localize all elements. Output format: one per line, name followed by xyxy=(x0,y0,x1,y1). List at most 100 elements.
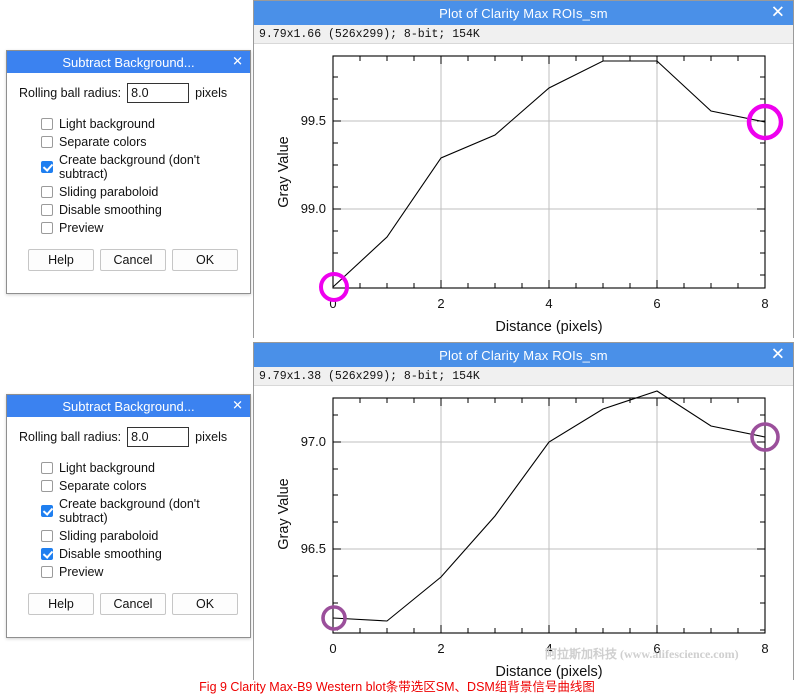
checkbox-row-disable-smoothing[interactable]: Disable smoothing xyxy=(41,547,238,561)
checkbox-label: Disable smoothing xyxy=(59,203,162,217)
checkbox-label: Separate colors xyxy=(59,479,147,493)
rolling-ball-radius-input[interactable] xyxy=(127,427,190,447)
figure-caption: Fig 9 Clarity Max-B9 Western blot条带选区SM、… xyxy=(199,680,595,694)
ytick-label-top-1: 99.0 xyxy=(301,201,326,216)
checkbox-label: Create background (don't subtract) xyxy=(59,497,200,525)
yaxis-title-top: Gray Value xyxy=(276,136,292,207)
checkbox-row-create-background[interactable]: Create background (don't subtract) xyxy=(41,497,238,525)
dialog-titlebar-top: Subtract Background... ✕ xyxy=(7,51,250,73)
checkbox-row-preview[interactable]: Preview xyxy=(41,565,238,579)
checkbox-row-separate-colors[interactable]: Separate colors xyxy=(41,135,238,149)
checkbox-label: Preview xyxy=(59,221,104,235)
xtick-label-top-4: 8 xyxy=(761,296,768,311)
subtract-background-dialog-top: Subtract Background... ✕ Rolling ball ra… xyxy=(6,50,251,294)
checkbox-row-sliding-paraboloid[interactable]: Sliding paraboloid xyxy=(41,185,238,199)
plot-title-top: Plot of Clarity Max ROIs_sm xyxy=(439,5,608,21)
dialog-buttons-bottom: Help Cancel OK xyxy=(19,593,238,615)
checkbox-row-create-background[interactable]: Create background (don't subtract) xyxy=(41,153,238,181)
checkbox-row-light-background[interactable]: Light background xyxy=(41,117,238,131)
checkbox-label: Disable smoothing xyxy=(59,547,162,561)
checkbox-row-preview[interactable]: Preview xyxy=(41,221,238,235)
xticks-top-upper xyxy=(332,56,766,64)
plot-canvas-top: 99.5 99.0 0 2 4 6 8 Distance (pixels) Gr… xyxy=(254,44,793,338)
plot-titlebar-bottom: Plot of Clarity Max ROIs_sm ✕ xyxy=(254,343,793,367)
checkbox-row-separate-colors[interactable]: Separate colors xyxy=(41,479,238,493)
plot-svg-top: 99.5 99.0 0 2 4 6 8 Distance (pixels) Gr… xyxy=(276,55,784,335)
checkbox-label: Create background (don't subtract) xyxy=(59,153,200,181)
dialog-titlebar-bottom: Subtract Background... ✕ xyxy=(7,395,250,417)
xtick-label-top-3: 6 xyxy=(653,296,660,311)
options-list-top: Light background Separate colors Create … xyxy=(41,117,238,235)
plot-canvas-bottom: 97.0 96.5 0 2 4 6 8 Distance (pixels) Gr… xyxy=(254,386,793,680)
screenshot-root: Plot of Clarity Max ROIs_sm ✕ 9.79x1.66 … xyxy=(0,0,794,700)
rolling-ball-radius-unit: pixels xyxy=(195,86,228,100)
close-icon[interactable]: ✕ xyxy=(771,346,785,364)
gridlines-top xyxy=(333,56,765,288)
xtick-label-bottom-2: 4 xyxy=(545,641,552,656)
xticks-bottom-upper xyxy=(332,398,766,406)
checkbox-label: Sliding paraboloid xyxy=(59,529,159,543)
plot-window-top: Plot of Clarity Max ROIs_sm ✕ 9.79x1.66 … xyxy=(253,0,794,338)
rolling-ball-radius-row: Rolling ball radius: pixels xyxy=(19,427,238,447)
xticks-bottom xyxy=(332,625,766,633)
rolling-ball-radius-row: Rolling ball radius: pixels xyxy=(19,83,238,103)
close-icon[interactable]: ✕ xyxy=(232,55,243,70)
subtract-background-dialog-bottom: Subtract Background... ✕ Rolling ball ra… xyxy=(6,394,251,638)
ytick-label-bottom-1: 96.5 xyxy=(301,541,326,556)
options-list-bottom: Light background Separate colors Create … xyxy=(41,461,238,579)
checkbox-disable-smoothing[interactable] xyxy=(41,204,53,216)
dialog-buttons-top: Help Cancel OK xyxy=(19,249,238,271)
dialog-body-top: Rolling ball radius: pixels Light backgr… xyxy=(7,73,250,279)
gridlines-bottom xyxy=(333,398,765,633)
checkbox-sliding-paraboloid[interactable] xyxy=(41,530,53,542)
cancel-button[interactable]: Cancel xyxy=(100,593,166,615)
checkbox-sliding-paraboloid[interactable] xyxy=(41,186,53,198)
checkbox-separate-colors[interactable] xyxy=(41,136,53,148)
xtick-label-bottom-0: 0 xyxy=(329,641,336,656)
ytick-label-bottom-0: 97.0 xyxy=(301,434,326,449)
checkbox-create-background[interactable] xyxy=(41,161,53,173)
xtick-label-top-2: 4 xyxy=(545,296,552,311)
checkbox-row-disable-smoothing[interactable]: Disable smoothing xyxy=(41,203,238,217)
plot-infobar-top: 9.79x1.66 (526x299); 8-bit; 154K xyxy=(254,25,793,44)
checkbox-label: Sliding paraboloid xyxy=(59,185,159,199)
checkbox-label: Separate colors xyxy=(59,135,147,149)
xtick-label-bottom-4: 8 xyxy=(761,641,768,656)
checkbox-row-sliding-paraboloid[interactable]: Sliding paraboloid xyxy=(41,529,238,543)
ytick-label-top-0: 99.5 xyxy=(301,113,326,128)
rolling-ball-radius-label: Rolling ball radius: xyxy=(19,86,122,100)
yaxis-title-bottom: Gray Value xyxy=(276,478,292,549)
checkbox-light-background[interactable] xyxy=(41,118,53,130)
dialog-title-bottom: Subtract Background... xyxy=(62,398,195,414)
xtick-label-bottom-3: 6 xyxy=(653,641,660,656)
plot-titlebar-top: Plot of Clarity Max ROIs_sm ✕ xyxy=(254,1,793,25)
checkbox-label: Light background xyxy=(59,117,155,131)
xtick-label-bottom-1: 2 xyxy=(437,641,444,656)
plot-svg-bottom: 97.0 96.5 0 2 4 6 8 Distance (pixels) Gr… xyxy=(276,390,780,680)
checkbox-light-background[interactable] xyxy=(41,462,53,474)
rolling-ball-radius-unit: pixels xyxy=(195,430,228,444)
help-button[interactable]: Help xyxy=(28,249,94,271)
checkbox-row-light-background[interactable]: Light background xyxy=(41,461,238,475)
rolling-ball-radius-label: Rolling ball radius: xyxy=(19,430,122,444)
plot-window-bottom: Plot of Clarity Max ROIs_sm ✕ 9.79x1.38 … xyxy=(253,342,794,680)
dialog-body-bottom: Rolling ball radius: pixels Light backgr… xyxy=(7,417,250,623)
help-button[interactable]: Help xyxy=(28,593,94,615)
checkbox-create-background[interactable] xyxy=(41,505,53,517)
plot-title-bottom: Plot of Clarity Max ROIs_sm xyxy=(439,347,608,363)
checkbox-separate-colors[interactable] xyxy=(41,480,53,492)
checkbox-label: Light background xyxy=(59,461,155,475)
checkbox-label: Preview xyxy=(59,565,104,579)
checkbox-preview[interactable] xyxy=(41,222,53,234)
checkbox-preview[interactable] xyxy=(41,566,53,578)
checkbox-disable-smoothing[interactable] xyxy=(41,548,53,560)
ok-button[interactable]: OK xyxy=(172,593,238,615)
xticks-top xyxy=(332,280,766,288)
close-icon[interactable]: ✕ xyxy=(771,4,785,22)
rolling-ball-radius-input[interactable] xyxy=(127,83,190,103)
close-icon[interactable]: ✕ xyxy=(232,399,243,414)
cancel-button[interactable]: Cancel xyxy=(100,249,166,271)
xaxis-title-top: Distance (pixels) xyxy=(495,319,602,335)
dialog-title-top: Subtract Background... xyxy=(62,54,195,70)
ok-button[interactable]: OK xyxy=(172,249,238,271)
